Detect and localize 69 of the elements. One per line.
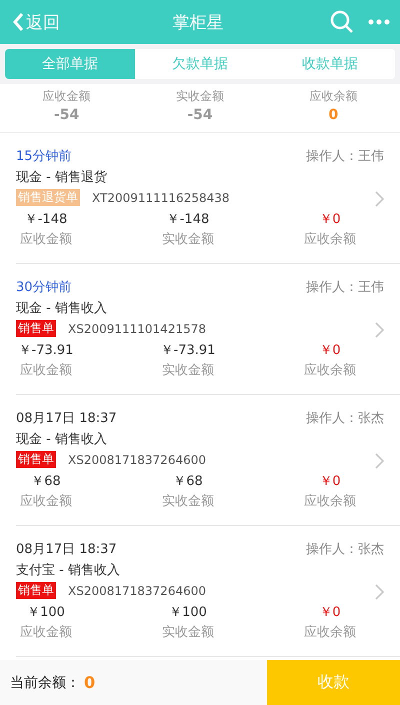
order-type-tag: 销售退货单 (16, 189, 80, 206)
summary-value: -54 (187, 106, 213, 124)
order-number: XT2009111116258438 (92, 190, 230, 204)
order-type-tag: 销售单 (16, 320, 56, 337)
amount-value: ￥-73.91 (18, 342, 74, 360)
order-type-tag: 销售单 (16, 582, 56, 599)
order-number: XS2008171837264600 (68, 452, 206, 466)
summary-value: -54 (54, 106, 80, 124)
search-icon (330, 10, 354, 34)
order-number: XS2009111101421578 (68, 322, 206, 336)
payment-type: 现金 - 销售退货 (16, 168, 107, 186)
back-button[interactable]: 返回 (12, 10, 60, 34)
payment-type: 现金 - 销售收入 (16, 430, 107, 448)
amount-value: ￥0 (319, 473, 341, 491)
record-time: 30分钟前 (16, 278, 72, 296)
balance-label: 当前余额： (10, 674, 80, 692)
amount-label: 实收金额 (162, 231, 214, 249)
search-button[interactable] (330, 10, 354, 34)
amount-label: 应收金额 (20, 493, 72, 511)
record-time: 15分钟前 (16, 148, 72, 164)
amount-value: ￥-148 (24, 211, 68, 229)
amount-label: 应收余额 (304, 624, 356, 642)
payment-type: 现金 - 销售收入 (16, 300, 107, 316)
more-icon (368, 18, 390, 26)
amount-value: ￥68 (31, 473, 61, 491)
chevron-right-icon (375, 453, 384, 469)
amount-label: 应收金额 (20, 624, 72, 642)
operator-label: 操作人：张杰 (306, 410, 384, 426)
chevron-right-icon (375, 322, 384, 338)
balance-value: 0 (84, 673, 96, 692)
app-title: 掌柜星 (172, 12, 224, 34)
amount-label: 应收余额 (304, 493, 356, 511)
amount-value: ￥68 (173, 473, 203, 491)
amount-value: ￥0 (319, 211, 341, 229)
record-card[interactable]: 08月17日 18:37 操作人：张杰 支付宝 - 销售收入 销售单 XS2008171837264600 ￥100 应收金额 ￥100 实收金额 ￥0 应收余额 (16, 526, 400, 657)
operator-label: 操作人：张杰 (306, 540, 384, 558)
amount-value: ￥0 (319, 342, 341, 360)
amount-label: 应收余额 (304, 231, 356, 249)
summary-label: 应收金额 (42, 88, 91, 105)
summary-label: 实收金额 (176, 88, 224, 105)
filter-tab[interactable]: 全部单据 (5, 49, 135, 79)
record-card[interactable]: 08月17日 18:37 操作人：张杰 现金 - 销售收入 销售单 XS2008171837264600 ￥68 应收金额 ￥68 实收金额 ￥0 应收余额 (16, 395, 400, 526)
order-number: XS2008171837264600 (68, 584, 206, 598)
amount-label: 应收金额 (20, 231, 72, 249)
operator-label: 操作人：王伟 (306, 148, 384, 164)
amount-value: ￥100 (27, 604, 65, 622)
chevron-left-icon (12, 12, 24, 32)
record-card[interactable]: 30分钟前 操作人：王伟 现金 - 销售收入 销售单 XS2009111101421578 ￥-73.91 应收金额 ￥-73.91 实收金额 ￥0 应收余额 (16, 264, 400, 395)
amount-label: 实收金额 (162, 493, 214, 511)
amount-label: 应收余额 (304, 362, 356, 380)
amount-label: 实收金额 (162, 624, 214, 642)
amount-value: ￥0 (319, 604, 341, 622)
amount-value: ￥100 (169, 604, 207, 622)
summary-value: 0 (328, 106, 338, 124)
record-time: 08月17日 18:37 (16, 540, 117, 558)
amount-value: ￥-73.91 (160, 342, 216, 360)
amount-value: ￥-148 (166, 211, 210, 229)
operator-label: 操作人：王伟 (306, 278, 384, 296)
amount-label: 实收金额 (162, 362, 214, 380)
payment-type: 支付宝 - 销售收入 (16, 562, 120, 578)
collect-payment-button[interactable]: 收款 (267, 660, 400, 705)
order-type-tag: 销售单 (16, 451, 56, 468)
summary-label: 应收余额 (309, 88, 358, 105)
chevron-right-icon (375, 191, 384, 207)
chevron-right-icon (375, 584, 384, 600)
record-card[interactable]: 15分钟前 操作人：王伟 现金 - 销售退货 销售退货单 XT2009111116258438 ￥-148 应收金额 ￥-148 实收金额 ￥0 应收余额 (16, 133, 400, 264)
amount-label: 应收金额 (20, 362, 72, 380)
more-button[interactable] (368, 18, 390, 26)
record-time: 08月17日 18:37 (16, 410, 117, 426)
